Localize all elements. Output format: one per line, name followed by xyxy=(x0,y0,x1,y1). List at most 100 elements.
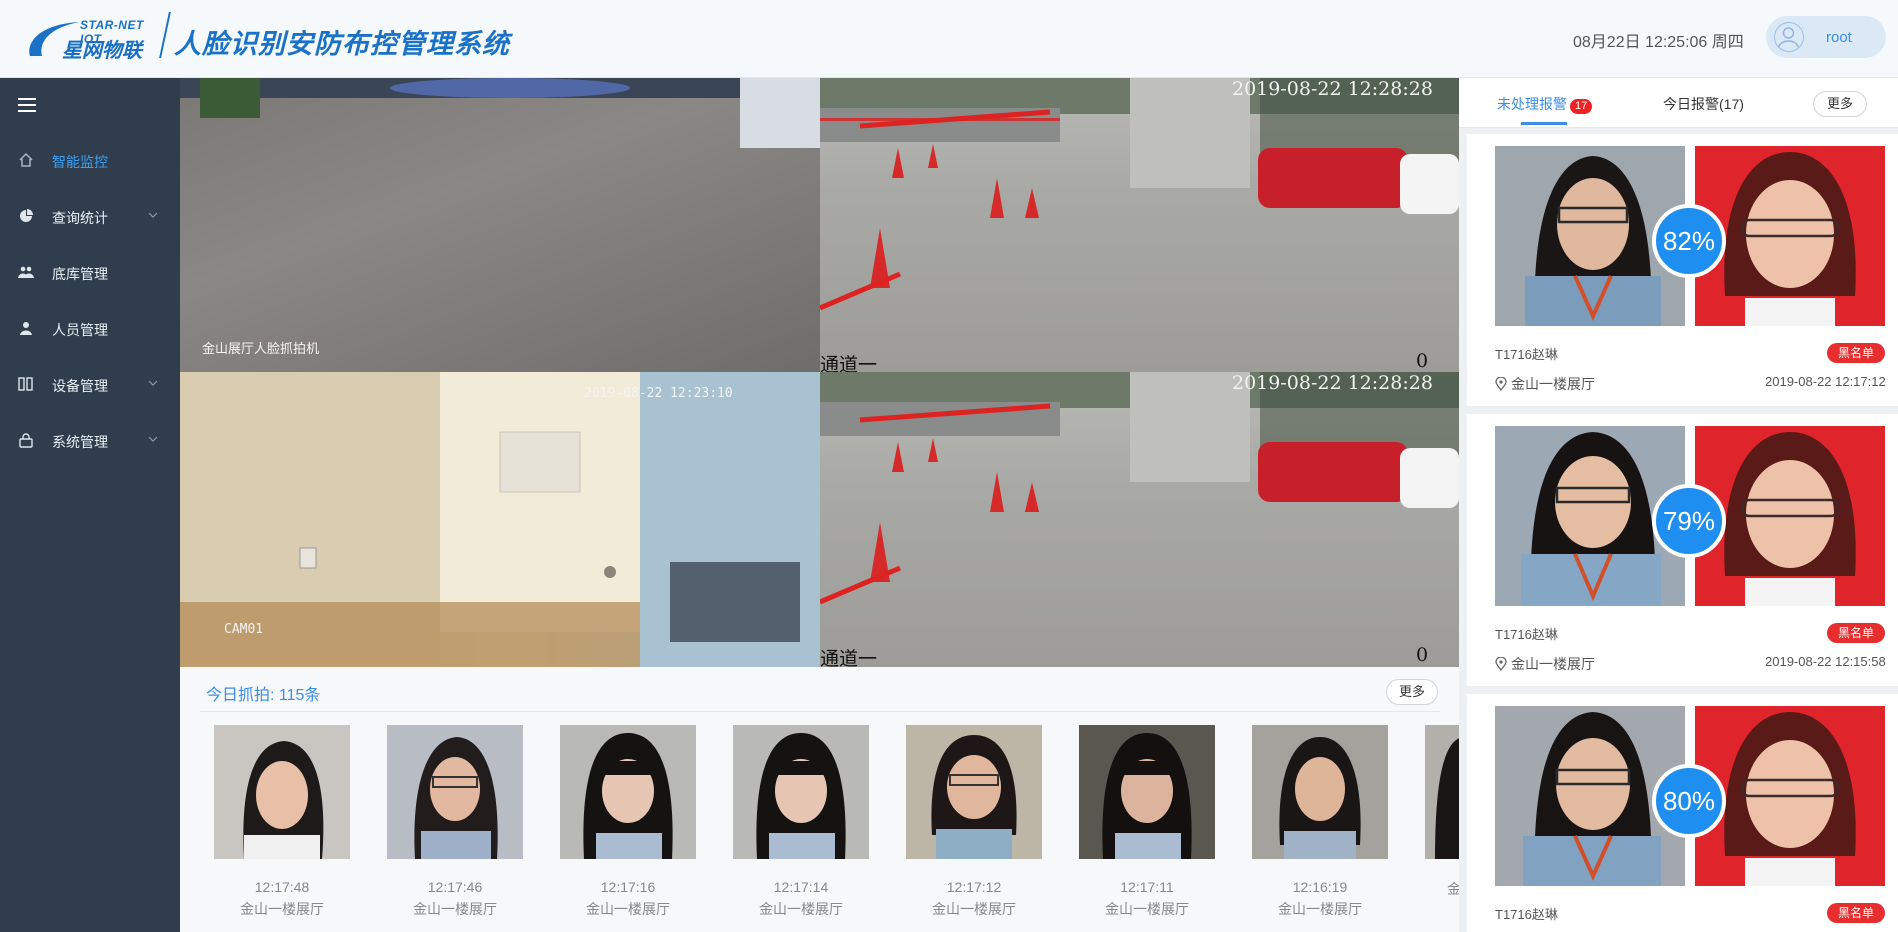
gate-scene xyxy=(820,78,1459,311)
video-channel: 通道一 xyxy=(820,648,878,667)
sidebar-item-base-library[interactable]: 底库管理 xyxy=(0,252,180,292)
capture-location: 金山一楼展厅 xyxy=(1105,901,1189,917)
alarm-person-name: T1716赵琳 xyxy=(1495,347,1558,362)
video-channel: 通道一 xyxy=(820,354,878,372)
capture-item-partial[interactable]: 金 xyxy=(1425,725,1459,899)
gate-scene xyxy=(820,372,1459,605)
capture-location: 金 xyxy=(1447,881,1459,897)
capture-face-image xyxy=(906,725,1042,859)
alarm-panel: 未处理报警 17 今日报警(17) 更多 82% T1716赵琳 黑名单 金山一楼… xyxy=(1459,78,1898,932)
capture-location: 金山一楼展厅 xyxy=(413,901,497,917)
lock-icon xyxy=(19,433,33,448)
capture-location: 金山一楼展厅 xyxy=(759,901,843,917)
video-feed-showroom[interactable]: 金山展厅人脸抓拍机 xyxy=(180,78,820,372)
capture-location: 金山一楼展厅 xyxy=(240,901,324,917)
similarity-score: 82% xyxy=(1652,204,1726,278)
capture-item[interactable]: 12:17:12 金山一楼展厅 xyxy=(906,725,1042,919)
capture-location: 金山一楼展厅 xyxy=(586,901,670,917)
tab-unhandled-alarms[interactable]: 未处理报警 17 xyxy=(1497,94,1593,114)
alarm-datetime: 2019-08-22 12:17:12 xyxy=(1765,374,1886,389)
capture-item[interactable]: 12:16:19 金山一楼展厅 xyxy=(1252,725,1388,919)
active-tab-indicator xyxy=(1521,122,1567,125)
pie-chart-icon xyxy=(20,209,33,222)
sidebar-item-label: 设备管理 xyxy=(52,378,108,394)
sidebar-item-smart-monitor[interactable]: 智能监控 xyxy=(0,140,180,180)
sidebar-item-label: 查询统计 xyxy=(52,210,108,226)
office-scene xyxy=(180,372,820,667)
capture-time: 12:17:46 xyxy=(427,879,483,895)
sidebar-item-query-stats[interactable]: 查询统计 xyxy=(0,196,180,236)
capture-location: 金山一楼展厅 xyxy=(1278,901,1362,917)
header-datetime: 08月22日 12:25:06 周四 xyxy=(1573,34,1744,51)
video-feed-gate-1[interactable]: 2019-08-22 12:28:28 通道一 0 xyxy=(820,78,1459,372)
capture-item[interactable]: 12:17:46 金山一楼展厅 xyxy=(387,725,523,919)
captures-divider xyxy=(200,711,1440,712)
captures-title: 今日抓拍: 115条 xyxy=(206,687,321,704)
unhandled-count-badge: 17 xyxy=(1570,99,1593,114)
capture-item[interactable]: 12:17:14 金山一楼展厅 xyxy=(733,725,869,919)
logo-chinese-text: 星网物联 xyxy=(62,40,142,62)
system-title: 人脸识别安防布控管理系统 xyxy=(174,29,510,59)
tab-label: 未处理报警 xyxy=(1497,96,1567,112)
alarm-card[interactable]: 82% T1716赵琳 黑名单 金山一楼展厅 2019-08-22 12:17:… xyxy=(1467,134,1898,406)
capture-time: 12:17:14 xyxy=(773,879,829,895)
alarm-location-text: 金山一楼展厅 xyxy=(1511,656,1595,672)
capture-time: 12:17:11 xyxy=(1120,879,1174,895)
home-icon xyxy=(19,152,33,167)
capture-time: 12:17:16 xyxy=(600,879,656,895)
company-logo: STAR-NET IOT 星网物联 xyxy=(22,10,162,66)
capture-item[interactable]: 12:17:48 金山一楼展厅 xyxy=(214,725,350,919)
chevron-down-icon xyxy=(148,380,158,386)
capture-face-image xyxy=(1252,725,1388,859)
sidebar-item-devices[interactable]: 设备管理 xyxy=(0,364,180,404)
blacklist-badge: 黑名单 xyxy=(1827,623,1885,643)
alarm-location-text: 金山一楼展厅 xyxy=(1511,376,1595,392)
capture-face-image xyxy=(1079,725,1215,859)
capture-face-image xyxy=(214,725,350,859)
face-comparison: 82% xyxy=(1495,146,1885,326)
showroom-scene xyxy=(180,78,820,148)
tab-today-alarms[interactable]: 今日报警(17) xyxy=(1663,94,1744,114)
video-index: 0 xyxy=(1416,644,1429,666)
capture-face-image xyxy=(1425,725,1459,859)
video-feed-gate-2[interactable]: 2019-08-22 12:28:28 通道一 0 xyxy=(820,372,1459,667)
username-label: root xyxy=(1826,29,1852,46)
captures-more-button[interactable]: 更多 xyxy=(1386,679,1438,705)
camera-label: 金山展厅人脸抓拍机 xyxy=(202,341,320,356)
chevron-down-icon xyxy=(148,436,158,442)
video-timestamp: 2019-08-22 12:28:28 xyxy=(1232,372,1433,394)
video-feed-office[interactable]: 2019-08-22 12:23:10 CAM01 xyxy=(180,372,820,667)
capture-time: 12:17:48 xyxy=(254,879,310,895)
video-timestamp: 2019-08-22 12:28:28 xyxy=(1232,78,1433,100)
alarm-card[interactable]: 80% T1716赵琳 黑名单 xyxy=(1467,694,1898,932)
face-comparison: 80% xyxy=(1495,706,1885,886)
alarm-datetime: 2019-08-22 12:15:58 xyxy=(1765,654,1886,669)
video-index: 0 xyxy=(1416,350,1429,372)
capture-location: 金山一楼展厅 xyxy=(932,901,1016,917)
sidebar-item-label: 底库管理 xyxy=(52,266,108,282)
capture-face-image xyxy=(560,725,696,859)
face-comparison: 79% xyxy=(1495,426,1885,606)
similarity-score: 80% xyxy=(1652,764,1726,838)
alarm-person-name: T1716赵琳 xyxy=(1495,627,1558,642)
similarity-score: 79% xyxy=(1652,484,1726,558)
sidebar-item-system[interactable]: 系统管理 xyxy=(0,420,180,460)
video-timestamp: 2019-08-22 12:23:10 xyxy=(584,386,733,401)
menu-toggle-icon[interactable] xyxy=(18,98,36,112)
sidebar-item-label: 人员管理 xyxy=(52,322,108,338)
capture-time: 12:16:19 xyxy=(1292,879,1348,895)
today-captures-panel: 今日抓拍: 115条 更多 12:17:48 金山一楼展厅 12:17:46 金… xyxy=(180,667,1459,932)
location-pin-icon xyxy=(1495,656,1507,672)
location-pin-icon xyxy=(1495,376,1507,392)
alarm-tabs: 未处理报警 17 今日报警(17) 更多 xyxy=(1459,78,1898,128)
alarms-more-button[interactable]: 更多 xyxy=(1813,91,1867,117)
chevron-down-icon xyxy=(148,212,158,218)
blacklist-badge: 黑名单 xyxy=(1827,903,1885,923)
capture-item[interactable]: 12:17:11 金山一楼展厅 xyxy=(1079,725,1215,919)
sidebar-item-personnel[interactable]: 人员管理 xyxy=(0,308,180,348)
sidebar: 智能监控 查询统计 底库管理 人员管理 设备管理 系统管理 xyxy=(0,78,180,932)
blacklist-badge: 黑名单 xyxy=(1827,343,1885,363)
alarm-card[interactable]: 79% T1716赵琳 黑名单 金山一楼展厅 2019-08-22 12:15:… xyxy=(1467,414,1898,686)
capture-item[interactable]: 12:17:16 金山一楼展厅 xyxy=(560,725,696,919)
user-menu[interactable]: root xyxy=(1766,16,1886,58)
